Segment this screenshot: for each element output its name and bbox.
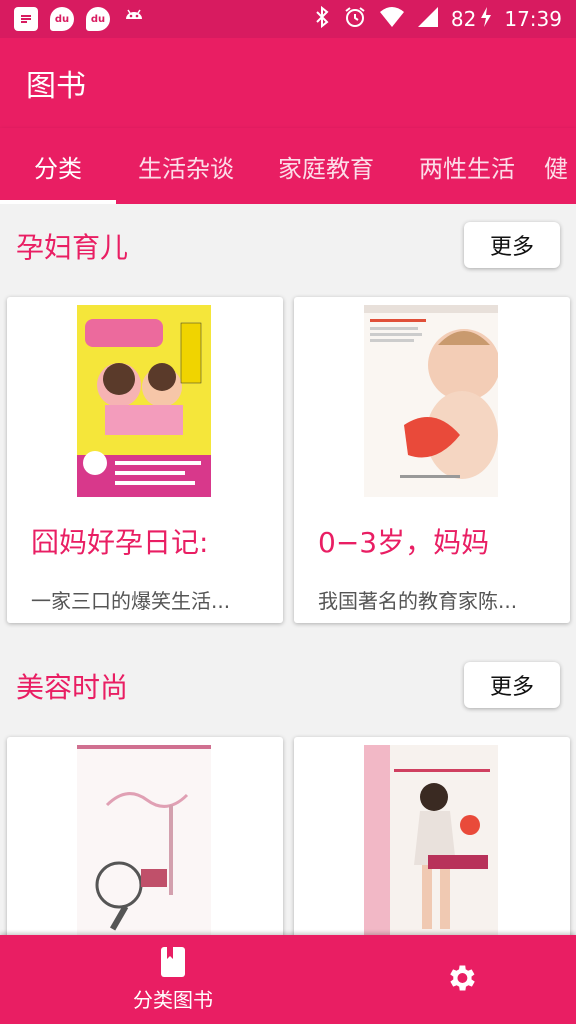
book-description: 一家三口的爆笑生活... [31,589,231,613]
document-icon [14,7,38,31]
book-card[interactable] [294,737,570,935]
more-button[interactable]: 更多 [464,222,560,268]
book-list[interactable]: 孕妇育儿 更多 囧妈好孕日记: 一家三口的爆笑生活... 0−3岁，妈妈 我国著… [0,204,576,935]
nav-books-label: 分类图书 [133,988,213,1012]
book-card[interactable]: 0−3岁，妈妈 我国著名的教育家陈... [294,297,570,623]
book-cover [364,305,498,497]
book-title: 0−3岁，妈妈 [318,526,490,559]
clock: 17:39 [504,7,562,31]
book-cover [77,745,211,935]
book-cover [77,305,211,497]
bottom-navigation: 分类图书 [0,935,576,1024]
book-title: 囧妈好孕日记: [31,526,209,559]
tab-life-talk[interactable]: 生活杂谈 [116,128,256,204]
book-description: 我国著名的教育家陈... [318,589,518,613]
nav-books[interactable]: 分类图书 [95,935,251,1024]
alarm-icon [343,5,367,34]
status-bar: du du 82 17:39 [0,0,576,38]
tab-health[interactable]: 健 [544,128,576,204]
category-tabs: 分类 生活杂谈 家庭教育 两性生活 健 [0,128,576,204]
du-icon: du [50,7,74,31]
book-card[interactable] [7,737,283,935]
book-icon [159,946,187,982]
nav-settings[interactable] [420,935,502,1024]
section-title: 美容时尚 [16,671,129,704]
bluetooth-icon [313,5,331,34]
signal-icon [417,6,439,33]
wifi-icon [379,6,405,33]
app-bar: 图书 [0,38,576,128]
tab-sex-life[interactable]: 两性生活 [396,128,538,204]
book-cover [364,745,498,935]
book-card[interactable]: 囧妈好孕日记: 一家三口的爆笑生活... [7,297,283,623]
tab-category[interactable]: 分类 [0,128,116,204]
page-title: 图书 [26,69,86,104]
android-icon [122,5,146,33]
du-icon: du [86,7,110,31]
more-button[interactable]: 更多 [464,662,560,708]
battery-level: 82 [450,7,477,31]
section-title: 孕妇育儿 [16,231,129,264]
gear-icon [444,961,478,999]
tab-family-education[interactable]: 家庭教育 [256,128,396,204]
charging-icon [480,6,492,33]
